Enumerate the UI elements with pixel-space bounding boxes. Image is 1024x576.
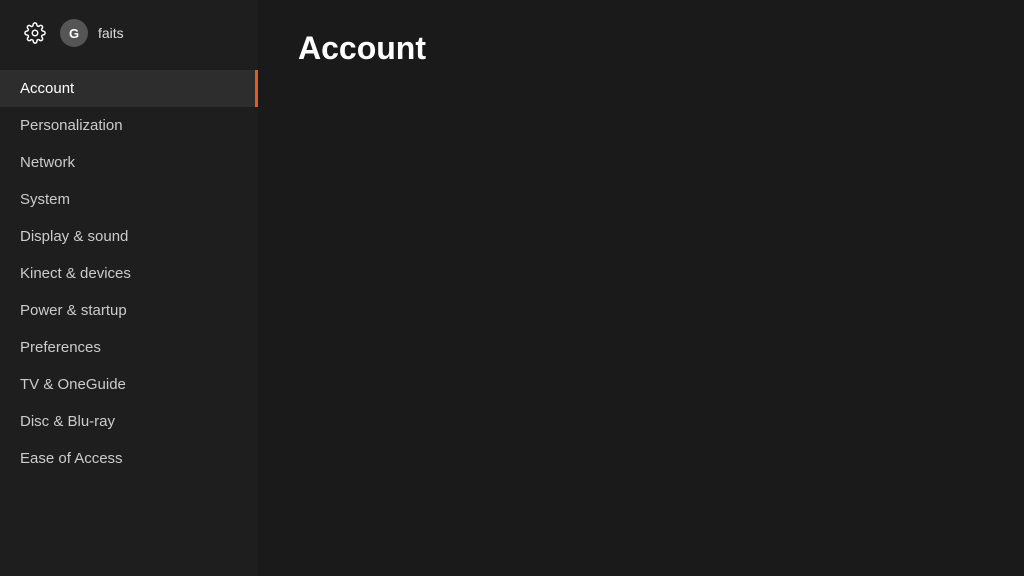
sidebar-header: G faits bbox=[0, 0, 258, 66]
gear-icon[interactable] bbox=[20, 18, 50, 48]
sidebar-item-account[interactable]: Account bbox=[0, 70, 258, 107]
sidebar-item-display-sound[interactable]: Display & sound bbox=[0, 218, 258, 255]
sidebar-item-disc-bluray[interactable]: Disc & Blu-ray bbox=[0, 403, 258, 440]
sidebar-item-ease-access[interactable]: Ease of Access bbox=[0, 440, 258, 477]
sidebar: G faits AccountPersonalizationNetworkSys… bbox=[0, 0, 258, 576]
sidebar-item-tv-oneguide[interactable]: TV & OneGuide bbox=[0, 366, 258, 403]
main-content: Account bbox=[258, 0, 1024, 576]
sidebar-item-network[interactable]: Network bbox=[0, 144, 258, 181]
sidebar-item-kinect-devices[interactable]: Kinect & devices bbox=[0, 255, 258, 292]
page-title: Account bbox=[298, 30, 984, 67]
avatar: G bbox=[60, 19, 88, 47]
sidebar-item-system[interactable]: System bbox=[0, 181, 258, 218]
sidebar-item-preferences[interactable]: Preferences bbox=[0, 329, 258, 366]
sidebar-nav: AccountPersonalizationNetworkSystemDispl… bbox=[0, 70, 258, 477]
sidebar-item-personalization[interactable]: Personalization bbox=[0, 107, 258, 144]
sidebar-username: faits bbox=[98, 25, 124, 41]
sidebar-item-power-startup[interactable]: Power & startup bbox=[0, 292, 258, 329]
